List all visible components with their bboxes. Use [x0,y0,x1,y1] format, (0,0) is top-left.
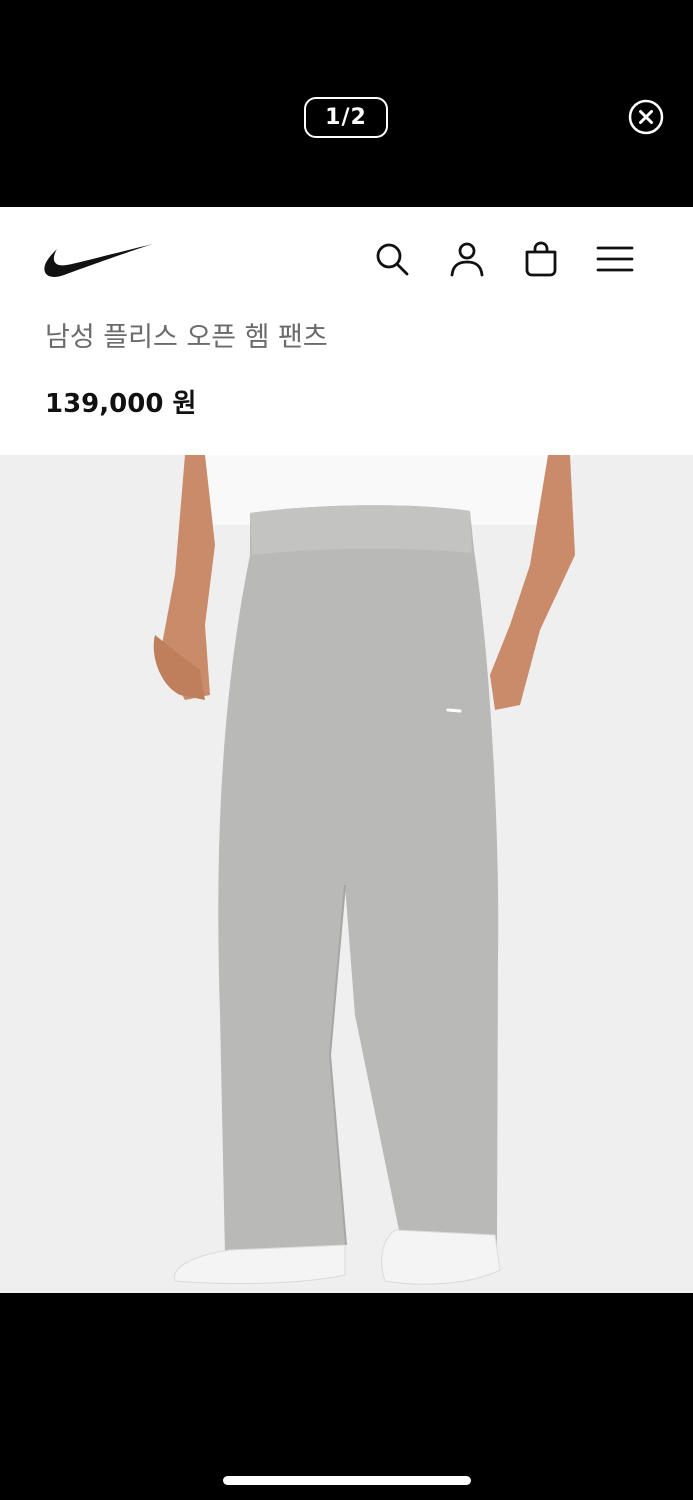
site-header [0,207,693,312]
menu-icon[interactable] [595,239,635,279]
bag-icon[interactable] [521,239,561,279]
nike-swoosh-logo[interactable] [42,237,154,279]
viewer-top-bar: 1/2 [0,0,693,207]
image-counter: 1/2 [304,97,388,138]
product-card[interactable]: 남성 플리스 오픈 헴 팬츠 139,000 원 [0,207,693,1293]
home-indicator[interactable] [223,1476,471,1485]
close-button[interactable] [628,99,664,135]
user-icon[interactable] [447,239,487,279]
search-icon[interactable] [372,239,412,279]
product-title: 남성 플리스 오픈 헴 팬츠 [45,322,328,353]
close-circle-icon [628,99,664,135]
product-image[interactable] [0,455,693,1293]
product-price: 139,000 원 [45,389,197,419]
